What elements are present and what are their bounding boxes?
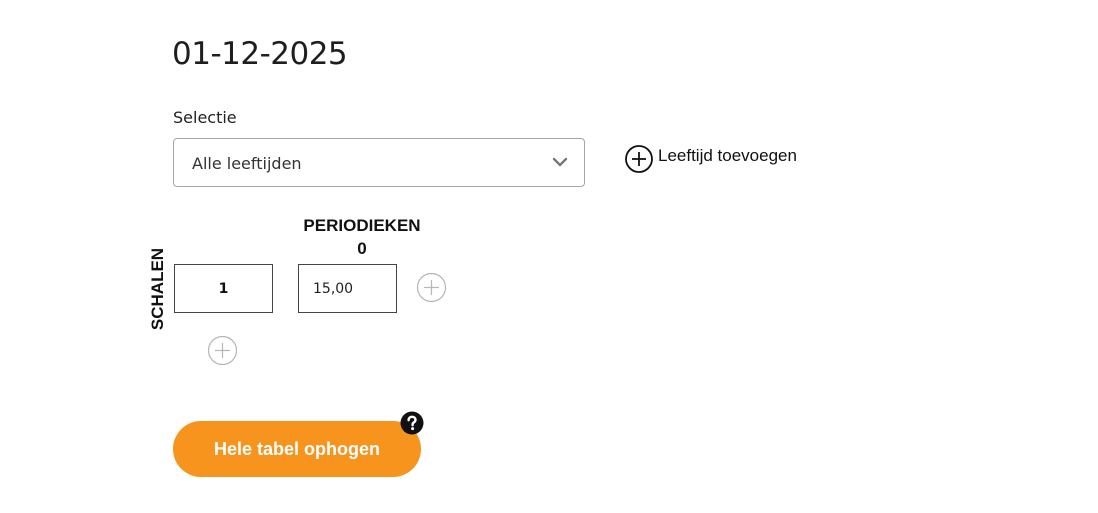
schalen-row-header: SCHALEN: [146, 240, 170, 338]
raise-table-button[interactable]: Hele tabel ophogen: [173, 421, 421, 477]
question-circle-icon[interactable]: [400, 411, 424, 435]
scale-cell[interactable]: 1: [174, 264, 273, 313]
age-selection-dropdown[interactable]: Alle leeftijden: [173, 138, 585, 187]
page-title: 01-12-2025: [172, 36, 348, 72]
column-header-number: 0: [357, 239, 367, 258]
add-age-label: Leeftijd toevoegen: [658, 146, 797, 165]
chevron-down-icon: [552, 157, 568, 167]
add-row-icon[interactable]: [207, 335, 238, 366]
periodieken-column-header: PERIODIEKEN 0: [290, 214, 434, 260]
value-cell[interactable]: 15,00: [298, 264, 397, 313]
row-header-label: SCHALEN: [148, 247, 167, 331]
add-column-icon[interactable]: [416, 272, 447, 303]
add-age-button[interactable]: Leeftijd toevoegen: [624, 144, 797, 174]
selection-label: Selectie: [173, 108, 237, 127]
page: 01-12-2025 Selectie Alle leeftijden Leef…: [0, 0, 1098, 513]
column-header-title: PERIODIEKEN: [303, 216, 421, 235]
age-selection-value: Alle leeftijden: [192, 154, 302, 173]
plus-circle-icon: [625, 145, 653, 173]
